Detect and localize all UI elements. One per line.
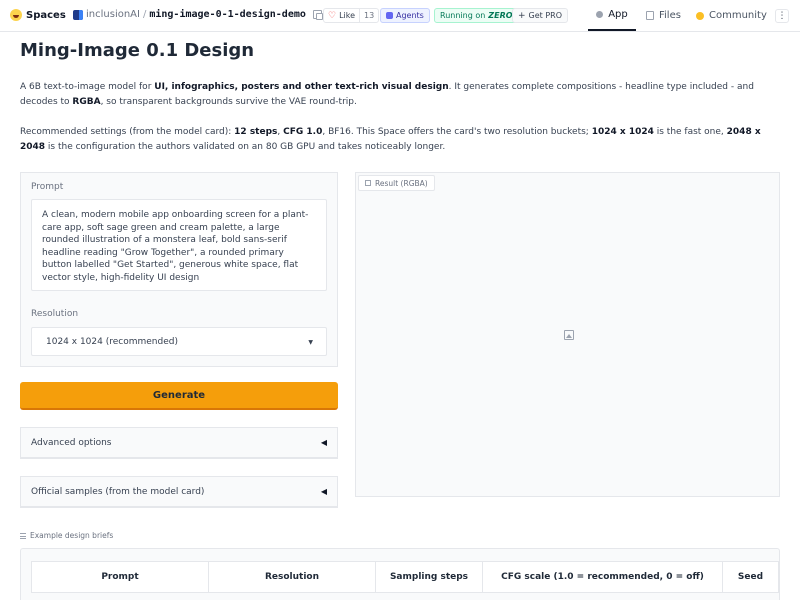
zero-label: ZERO — [488, 11, 513, 20]
files-icon — [646, 11, 654, 20]
agents-icon — [386, 12, 393, 19]
collapse-arrow-icon: ◀ — [320, 438, 327, 447]
intro-text-1: A 6B text-to-image model for — [20, 82, 155, 92]
column-header-prompt[interactable]: Prompt — [32, 562, 209, 592]
prompt-label: Prompt — [31, 182, 64, 192]
spaces-brand[interactable]: Spaces — [10, 9, 66, 21]
tab-app-label: App — [608, 9, 628, 20]
intro-text-3: , so transparent backgrounds survive the… — [100, 97, 357, 107]
input-panel: Prompt A clean, modern mobile app onboar… — [20, 172, 338, 367]
official-samples-label: Official samples (from the model card) — [31, 486, 205, 497]
generate-button[interactable]: Generate — [20, 382, 338, 410]
top-navigation-bar: Spaces inclusionAI / ming-image-0-1-desi… — [0, 0, 800, 32]
examples-label-text: Example design briefs — [30, 531, 114, 540]
more-menu-button[interactable]: ⋮ — [775, 9, 789, 23]
column-header-resolution[interactable]: Resolution — [209, 562, 376, 592]
get-pro-label: Get PRO — [528, 11, 563, 20]
tab-files[interactable]: Files — [646, 0, 681, 31]
settings-text-3: , BF16. This Space offers the card's two… — [322, 127, 592, 137]
examples-table: Prompt Resolution Sampling steps CFG sca… — [20, 548, 780, 600]
result-panel: Result (RGBA) — [355, 172, 780, 497]
column-header-sampling-steps[interactable]: Sampling steps — [376, 562, 483, 592]
result-label-tab: Result (RGBA) — [358, 175, 435, 191]
table-header-row: Prompt Resolution Sampling steps CFG sca… — [31, 561, 779, 593]
page-title: Ming-Image 0.1 Design — [20, 40, 255, 61]
running-on-zero-badge[interactable]: Running on ZERO — [434, 8, 519, 23]
intro-bold-1: UI, infographics, posters and other text… — [154, 82, 449, 92]
agents-label: Agents — [396, 11, 424, 20]
advanced-options-accordion[interactable]: Advanced options ◀ — [20, 427, 338, 459]
community-icon — [696, 11, 704, 20]
resolution-label: Resolution — [31, 309, 79, 319]
app-icon — [596, 11, 604, 18]
tab-community-label: Community — [709, 10, 767, 21]
settings-bold-1: 12 steps — [234, 127, 278, 137]
resolution-selected-value: 1024 x 1024 (recommended) — [46, 336, 178, 347]
column-header-seed[interactable]: Seed — [723, 562, 778, 592]
caret-down-icon: ▼ — [308, 339, 313, 346]
settings-text-4: is the fast one, — [653, 127, 727, 137]
settings-paragraph: Recommended settings (from the model car… — [20, 125, 780, 155]
tab-files-label: Files — [659, 10, 681, 21]
agents-badge[interactable]: Agents — [380, 8, 430, 23]
plus-icon: + — [518, 10, 526, 21]
settings-text-5: is the configuration the authors validat… — [45, 142, 446, 152]
image-placeholder-icon — [564, 330, 574, 340]
breadcrumb-separator: / — [142, 9, 147, 20]
copy-icon[interactable] — [312, 10, 323, 20]
heart-icon: ♡ — [328, 10, 337, 21]
result-label: Result (RGBA) — [375, 178, 428, 188]
like-label-wrap[interactable]: ♡ Like — [324, 9, 361, 22]
like-label: Like — [339, 11, 356, 20]
intro-bold-2: RGBA — [72, 97, 101, 107]
settings-bold-2: CFG 1.0 — [283, 127, 323, 137]
org-logo-icon — [73, 9, 83, 20]
tab-app[interactable]: App — [588, 0, 636, 31]
settings-text-1: Recommended settings (from the model car… — [20, 127, 235, 137]
collapse-arrow-icon: ◀ — [320, 487, 327, 496]
spaces-label: Spaces — [26, 9, 66, 21]
like-button[interactable]: ♡ Like 13 — [323, 8, 380, 23]
advanced-options-label: Advanced options — [31, 437, 112, 448]
tab-community[interactable]: Community — [696, 0, 767, 31]
list-icon — [20, 532, 26, 539]
like-count[interactable]: 13 — [360, 9, 378, 22]
examples-label: Example design briefs — [20, 531, 113, 540]
get-pro-button[interactable]: + Get PRO — [512, 8, 569, 23]
intro-paragraph: A 6B text-to-image model for UI, infogra… — [20, 80, 780, 110]
image-tab-icon — [365, 180, 371, 186]
repo-link[interactable]: ming-image-0-1-design-demo — [149, 9, 306, 20]
official-samples-accordion[interactable]: Official samples (from the model card) ◀ — [20, 476, 338, 508]
spaces-logo-icon — [10, 9, 22, 21]
running-label: Running on — [440, 11, 486, 20]
resolution-dropdown[interactable]: 1024 x 1024 (recommended) ▼ — [31, 327, 327, 356]
prompt-textarea[interactable]: A clean, modern mobile app onboarding sc… — [31, 199, 327, 291]
settings-bold-3: 1024 x 1024 — [591, 127, 654, 137]
org-link[interactable]: inclusionAI — [86, 9, 140, 20]
breadcrumb: inclusionAI / ming-image-0-1-design-demo — [73, 9, 323, 20]
column-header-cfg-scale[interactable]: CFG scale (1.0 = recommended, 0 = off) — [483, 562, 723, 592]
